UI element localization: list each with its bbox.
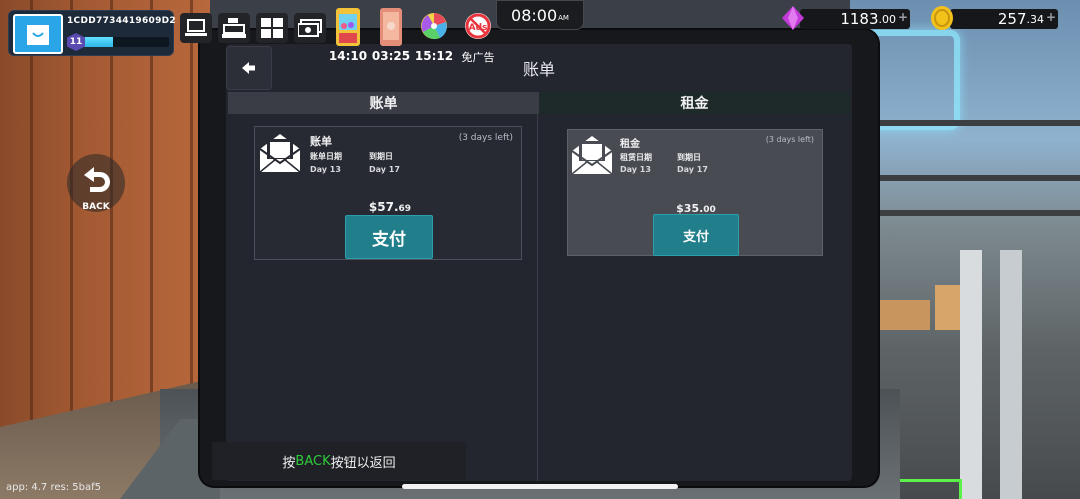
bill-date-value: Day 13 xyxy=(310,165,341,174)
computer-icon xyxy=(185,19,207,36)
game-clock: 08:00 AM xyxy=(496,0,584,30)
column-divider xyxy=(537,114,538,481)
level-badge: 11 xyxy=(67,33,85,51)
gems-decimal: .00 xyxy=(878,12,897,26)
bill-pay-button[interactable]: 支付 xyxy=(345,215,433,259)
tab-rent[interactable]: 租金 xyxy=(539,92,850,114)
bill-due-value: Day 17 xyxy=(369,165,400,174)
xp-bar xyxy=(83,37,169,47)
tab-bills[interactable]: 账单 xyxy=(228,92,539,114)
back-hint-bar: 按 BACK 按钮以返回 xyxy=(212,442,466,480)
screen-title: 账单 xyxy=(522,60,555,79)
envelope-icon xyxy=(259,134,301,173)
prize-wheel-timer[interactable]: 15:12 xyxy=(414,8,454,63)
clock-time: 08:00 xyxy=(511,5,558,25)
hint-suffix: 按钮以返回 xyxy=(330,455,396,471)
bill-amount-main: $57. xyxy=(368,200,399,214)
coins-decimal: .34 xyxy=(1026,12,1045,26)
phone-card-timer[interactable]: 03:25 xyxy=(371,8,411,63)
side-back-label: BACK xyxy=(82,202,110,212)
clock-period: AM xyxy=(558,14,569,22)
rent-pay-button[interactable]: 支付 xyxy=(653,214,739,256)
shopping-bag-icon xyxy=(13,14,63,54)
rent-days-left: (3 days left) xyxy=(765,135,814,144)
no-ads-icon: Ads xyxy=(465,13,491,39)
player-id: 1CDD7734419609D2 xyxy=(67,16,176,26)
rent-card: 租金 (3 days left) 租赁日期 Day 13 到期日 Day 17 … xyxy=(567,129,823,256)
player-profile[interactable]: 1CDD7734419609D2 11 xyxy=(8,10,176,56)
hint-key: BACK xyxy=(295,453,331,469)
cash-stack-icon xyxy=(298,19,322,37)
apps-button[interactable] xyxy=(256,13,288,43)
cash-button[interactable] xyxy=(294,13,326,43)
bill-date-label: 账单日期 xyxy=(310,152,342,161)
gems-counter[interactable]: 1183.00 + xyxy=(800,9,910,29)
claw-machine-icon xyxy=(336,8,360,46)
rent-card-title: 租金 xyxy=(620,139,640,150)
phone-card-time: 03:25 xyxy=(371,49,411,63)
coins-amount: 257 xyxy=(997,10,1027,28)
remove-ads-label: 免广告 xyxy=(461,51,495,64)
coins-plus[interactable]: + xyxy=(1046,10,1056,24)
bill-amount-cents: 69 xyxy=(398,204,412,214)
tab-bar: 账单 租金 xyxy=(228,92,850,114)
hint-prefix: 按 xyxy=(282,455,296,471)
envelope-icon xyxy=(571,136,613,175)
remove-ads-button[interactable]: Ads 免广告 xyxy=(456,8,500,64)
gems-amount: 1183 xyxy=(840,10,879,28)
undo-arrow-icon xyxy=(84,167,110,192)
rent-due-value: Day 17 xyxy=(677,165,708,174)
coin-icon xyxy=(931,6,953,30)
monitor-frame: 账单 账单 租金 账单 (3 days left) 账单日期 Day 13 到期… xyxy=(200,30,878,486)
phone-card-icon xyxy=(380,8,402,46)
bill-card-title: 账单 xyxy=(310,135,332,148)
computer-button[interactable] xyxy=(180,13,212,43)
home-indicator[interactable] xyxy=(402,484,678,489)
cash-register-button[interactable] xyxy=(218,13,250,43)
coins-counter[interactable]: 257.34 + xyxy=(950,9,1058,29)
cash-register-icon xyxy=(222,18,246,38)
gem-icon xyxy=(782,6,804,30)
prize-wheel-icon xyxy=(421,13,447,40)
bills-screen: 账单 账单 租金 账单 (3 days left) 账单日期 Day 13 到期… xyxy=(226,44,852,481)
rent-date-label: 租赁日期 xyxy=(620,153,652,162)
rent-due-label: 到期日 xyxy=(677,153,701,162)
app-version-info: app: 4.7 res: 5baf5 xyxy=(6,482,101,493)
bill-days-left: (3 days left) xyxy=(458,133,513,143)
claw-machine-time: 14:10 xyxy=(328,49,368,63)
bill-card: 账单 (3 days left) 账单日期 Day 13 到期日 Day 17 … xyxy=(254,126,522,260)
gems-plus[interactable]: + xyxy=(898,10,908,24)
bill-due-label: 到期日 xyxy=(369,152,393,161)
grid-apps-icon xyxy=(261,18,283,38)
claw-machine-timer[interactable]: 14:10 xyxy=(328,8,368,63)
bill-amount: $57.69 xyxy=(345,200,435,214)
xp-bar-fill xyxy=(83,37,114,47)
rent-date-value: Day 13 xyxy=(620,165,651,174)
prize-wheel-time: 15:12 xyxy=(414,49,454,63)
